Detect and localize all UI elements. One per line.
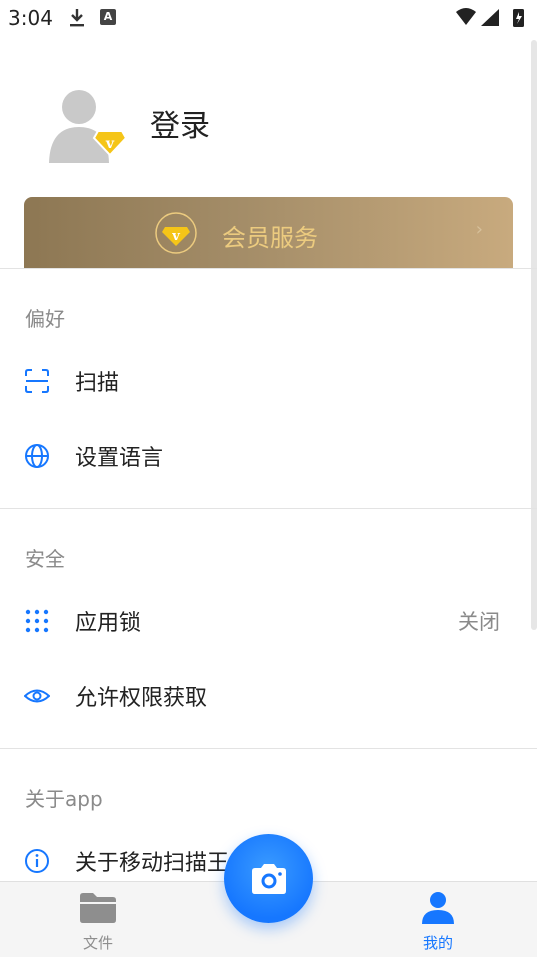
- chevron-right-icon: ›: [475, 219, 483, 240]
- download-icon: [70, 9, 84, 27]
- eye-icon: [24, 689, 50, 703]
- folder-icon: [80, 893, 116, 923]
- camera-button[interactable]: [224, 834, 313, 923]
- info-icon: [25, 849, 49, 873]
- section-title-about: 关于app: [25, 787, 103, 811]
- nav-label-me: 我的: [422, 934, 453, 952]
- login-label[interactable]: 登录: [150, 101, 210, 145]
- menu-item-label: 允许权限获取: [75, 686, 208, 711]
- divider: [0, 508, 537, 509]
- scan-icon: [25, 369, 49, 393]
- person-icon: [422, 892, 454, 924]
- status-bar: 3:04 A: [0, 0, 537, 36]
- status-time: 3:04: [8, 6, 53, 30]
- section-title-preferences: 偏好: [25, 307, 65, 331]
- camera-icon: [252, 864, 286, 894]
- profile-header[interactable]: v 登录: [0, 75, 537, 185]
- avatar-icon[interactable]: v: [46, 83, 126, 163]
- vip-diamond-icon: v: [155, 212, 197, 254]
- vip-service-label: 会员服务: [222, 224, 318, 252]
- app-lock-status: 关闭: [458, 610, 500, 634]
- globe-icon: [25, 444, 49, 468]
- menu-item-permissions[interactable]: 允许权限获取: [0, 665, 530, 725]
- menu-item-label: 关于移动扫描王: [75, 851, 230, 876]
- dots-grid-icon: [25, 609, 49, 633]
- menu-item-app-lock[interactable]: 应用锁 关闭: [0, 590, 530, 650]
- signal-icon: [481, 9, 499, 26]
- svg-text:v: v: [105, 136, 115, 152]
- keyboard-badge-icon: A: [100, 9, 116, 25]
- section-title-security: 安全: [25, 547, 65, 571]
- menu-item-label: 设置语言: [75, 446, 164, 471]
- divider: [0, 748, 537, 749]
- wifi-icon: [456, 8, 476, 25]
- menu-item-scan[interactable]: 扫描: [0, 350, 530, 410]
- nav-tab-me[interactable]: 我的: [388, 882, 488, 957]
- svg-text:v: v: [171, 229, 180, 244]
- vip-service-banner[interactable]: v 会员服务 ›: [24, 197, 513, 269]
- nav-label-files: 文件: [82, 934, 113, 952]
- divider: [0, 268, 537, 269]
- menu-item-label: 应用锁: [75, 611, 142, 636]
- menu-item-label: 扫描: [75, 371, 120, 396]
- menu-item-language[interactable]: 设置语言: [0, 425, 530, 485]
- status-right-icons: [456, 8, 524, 27]
- nav-tab-files[interactable]: 文件: [48, 882, 148, 957]
